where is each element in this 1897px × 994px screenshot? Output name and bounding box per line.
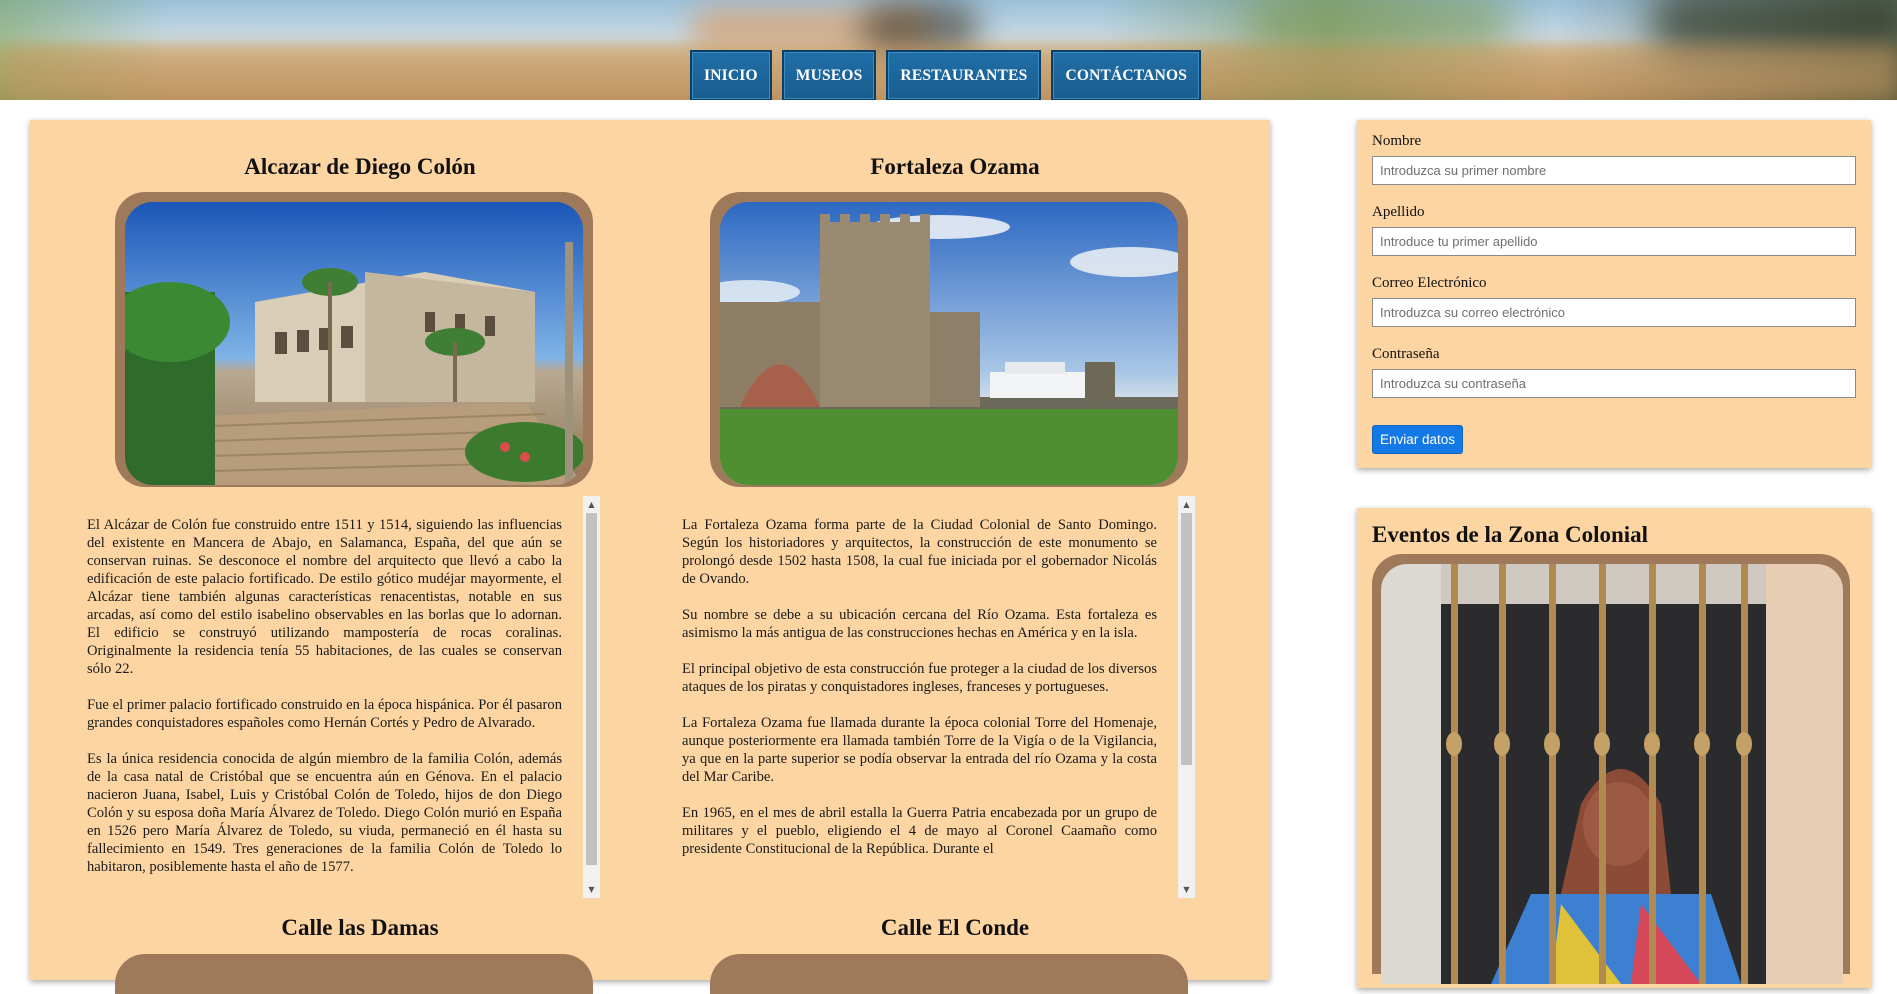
image-frame xyxy=(710,192,1188,487)
submit-button[interactable]: Enviar datos xyxy=(1372,425,1464,454)
article-title: Calle las Damas xyxy=(281,915,439,940)
scroll-down-arrow-icon[interactable]: ▼ xyxy=(583,881,600,898)
article-paragraph: El principal objetivo de esta construcci… xyxy=(682,661,1157,695)
article-paragraph: En 1965, en el mes de abril estalla la G… xyxy=(682,805,1157,857)
nav-restaurantes[interactable]: RESTAURANTES xyxy=(886,50,1042,100)
alcazar-photo xyxy=(125,202,583,485)
first-name-label: Nombre xyxy=(1372,133,1422,149)
article-fortaleza-ozama: Fortaleza Ozama La Fortaleza Ozama forma… xyxy=(675,120,1235,994)
password-input[interactable] xyxy=(1372,369,1856,398)
events-photo xyxy=(1381,564,1843,984)
nav-inicio[interactable]: INICIO xyxy=(690,50,772,100)
first-name-input[interactable] xyxy=(1372,156,1856,185)
nav-contactanos[interactable]: CONTÁCTANOS xyxy=(1051,50,1202,100)
vertical-scrollbar[interactable]: ▲ ▼ xyxy=(1178,496,1195,898)
image-frame xyxy=(115,192,593,487)
article-paragraph: La Fortaleza Ozama forma parte de la Ciu… xyxy=(682,517,1157,587)
registration-form: Nombre Apellido Correo Electrónico Contr… xyxy=(1357,120,1871,468)
scrollbar-thumb[interactable] xyxy=(1181,513,1192,765)
article-text-scrollbox[interactable]: La Fortaleza Ozama forma parte de la Ciu… xyxy=(675,496,1195,898)
articles-panel: Alcazar de Diego Colón El Alcázar de Col… xyxy=(30,120,1270,994)
image-frame xyxy=(1372,554,1850,984)
article-paragraph: Es la única residencia conocida de algún… xyxy=(87,751,562,875)
last-name-label: Apellido xyxy=(1372,204,1425,220)
email-label: Correo Electrónico xyxy=(1372,275,1487,291)
scrollbar-thumb[interactable] xyxy=(586,513,597,865)
article-body: El Alcázar de Colón fue construido entre… xyxy=(87,516,562,894)
article-text-scrollbox[interactable]: El Alcázar de Colón fue construido entre… xyxy=(80,496,600,898)
article-title: Calle El Conde xyxy=(880,915,1030,940)
article-paragraph: La Fortaleza Ozama fue llamada durante l… xyxy=(682,715,1157,785)
events-title: Eventos de la Zona Colonial xyxy=(1372,522,1649,547)
article-paragraph: El Alcázar de Colón fue construido entre… xyxy=(87,517,562,677)
image-frame xyxy=(115,954,593,994)
article-title: Fortaleza Ozama xyxy=(870,154,1040,179)
article-alcazar: Alcazar de Diego Colón El Alcázar de Col… xyxy=(80,120,640,994)
last-name-input[interactable] xyxy=(1372,227,1856,256)
scroll-up-arrow-icon[interactable]: ▲ xyxy=(583,496,600,513)
main-nav: INICIO MUSEOS RESTAURANTES CONTÁCTANOS xyxy=(690,50,1202,100)
nav-museos[interactable]: MUSEOS xyxy=(781,50,877,100)
events-panel: Eventos de la Zona Colonial xyxy=(1357,508,1871,988)
article-paragraph: Fue el primer palacio fortificado constr… xyxy=(87,697,562,731)
scroll-up-arrow-icon[interactable]: ▲ xyxy=(1178,496,1195,513)
password-label: Contraseña xyxy=(1372,346,1440,362)
email-input[interactable] xyxy=(1372,298,1856,327)
scroll-down-arrow-icon[interactable]: ▼ xyxy=(1178,881,1195,898)
vertical-scrollbar[interactable]: ▲ ▼ xyxy=(583,496,600,898)
fortaleza-photo xyxy=(720,202,1178,485)
article-paragraph: Su nombre se debe a su ubicación cercana… xyxy=(682,607,1157,641)
image-frame xyxy=(710,954,1188,994)
header-banner: INICIO MUSEOS RESTAURANTES CONTÁCTANOS xyxy=(0,0,1897,100)
article-title: Alcazar de Diego Colón xyxy=(244,154,476,179)
article-body: La Fortaleza Ozama forma parte de la Ciu… xyxy=(682,516,1157,876)
